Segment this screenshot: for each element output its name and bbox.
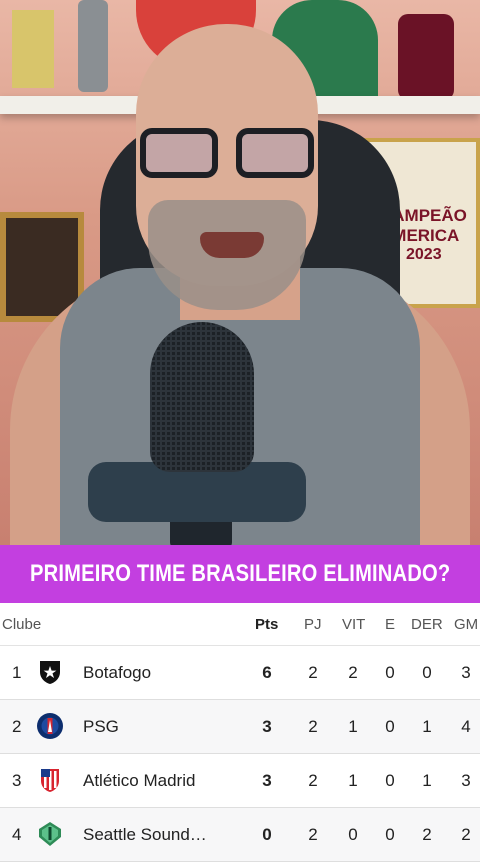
headline-text: PRIMEIRO TIME BRASILEIRO ELIMINADO?	[29, 560, 451, 587]
wins: 2	[348, 663, 358, 682]
club-name: PSG	[83, 717, 119, 736]
right-lens	[236, 128, 314, 178]
losses: 1	[422, 717, 432, 736]
wins: 1	[348, 717, 358, 736]
botafogo-crest-icon	[40, 661, 60, 684]
table-row[interactable]: 1 Botafogo 6 2 2 0 0 3	[0, 646, 480, 700]
losses: 0	[422, 663, 432, 682]
played: 2	[308, 717, 318, 736]
club-name: Seattle Sound…	[83, 825, 207, 844]
losses: 2	[422, 825, 432, 844]
microphone-icon	[150, 322, 254, 472]
table-row[interactable]: 2 PSG 3 2 1 0 1 4	[0, 700, 480, 754]
person-mouth	[200, 232, 264, 258]
position: 2	[12, 717, 22, 736]
trophy-decoration	[78, 0, 108, 92]
points: 6	[262, 663, 272, 682]
header-der: DER	[411, 616, 443, 633]
played: 2	[308, 771, 318, 790]
left-lens	[140, 128, 218, 178]
goals-for: 3	[461, 663, 471, 682]
club-name: Atlético Madrid	[83, 771, 196, 790]
points: 3	[262, 717, 272, 736]
goals-for: 2	[461, 825, 471, 844]
header-e: E	[385, 616, 396, 633]
header-pts: Pts	[255, 616, 279, 633]
atletico-madrid-crest-icon	[41, 769, 59, 792]
wins: 1	[348, 771, 358, 790]
goals-for: 3	[461, 771, 471, 790]
position: 4	[12, 825, 22, 844]
headline-banner: PRIMEIRO TIME BRASILEIRO ELIMINADO?	[0, 545, 480, 603]
points: 3	[262, 771, 272, 790]
losses: 1	[422, 771, 432, 790]
standings-table: Clube Pts PJ VIT E DER GM 1 Botafogo 6 2…	[0, 603, 480, 862]
draws: 0	[385, 771, 395, 790]
club-crest-decoration	[398, 14, 454, 100]
draws: 0	[385, 717, 395, 736]
points: 0	[262, 825, 272, 844]
wins: 0	[348, 825, 358, 844]
plaque-decoration	[12, 10, 54, 88]
club-name: Botafogo	[83, 663, 152, 682]
position: 1	[12, 663, 22, 682]
header-gm: GM	[454, 616, 479, 633]
goals-for: 4	[461, 717, 471, 736]
header-vit: VIT	[342, 616, 366, 633]
header-pj: PJ	[304, 616, 322, 633]
table-header: Clube Pts PJ VIT E DER GM	[0, 603, 480, 646]
video-frame: CAMPEÃO AMERICA 2023	[0, 0, 480, 545]
played: 2	[308, 825, 318, 844]
seattle-sounders-crest-icon	[39, 822, 61, 846]
table-row[interactable]: 3 Atlético Madrid 3 2 1 0 1 3	[0, 754, 480, 808]
psg-crest-icon	[37, 713, 63, 739]
eyeglasses	[140, 128, 316, 182]
header-club: Clube	[2, 616, 42, 633]
played: 2	[308, 663, 318, 682]
position: 3	[12, 771, 22, 790]
draws: 0	[385, 663, 395, 682]
draws: 0	[385, 825, 395, 844]
pennant-line-3: 2023	[406, 246, 442, 263]
